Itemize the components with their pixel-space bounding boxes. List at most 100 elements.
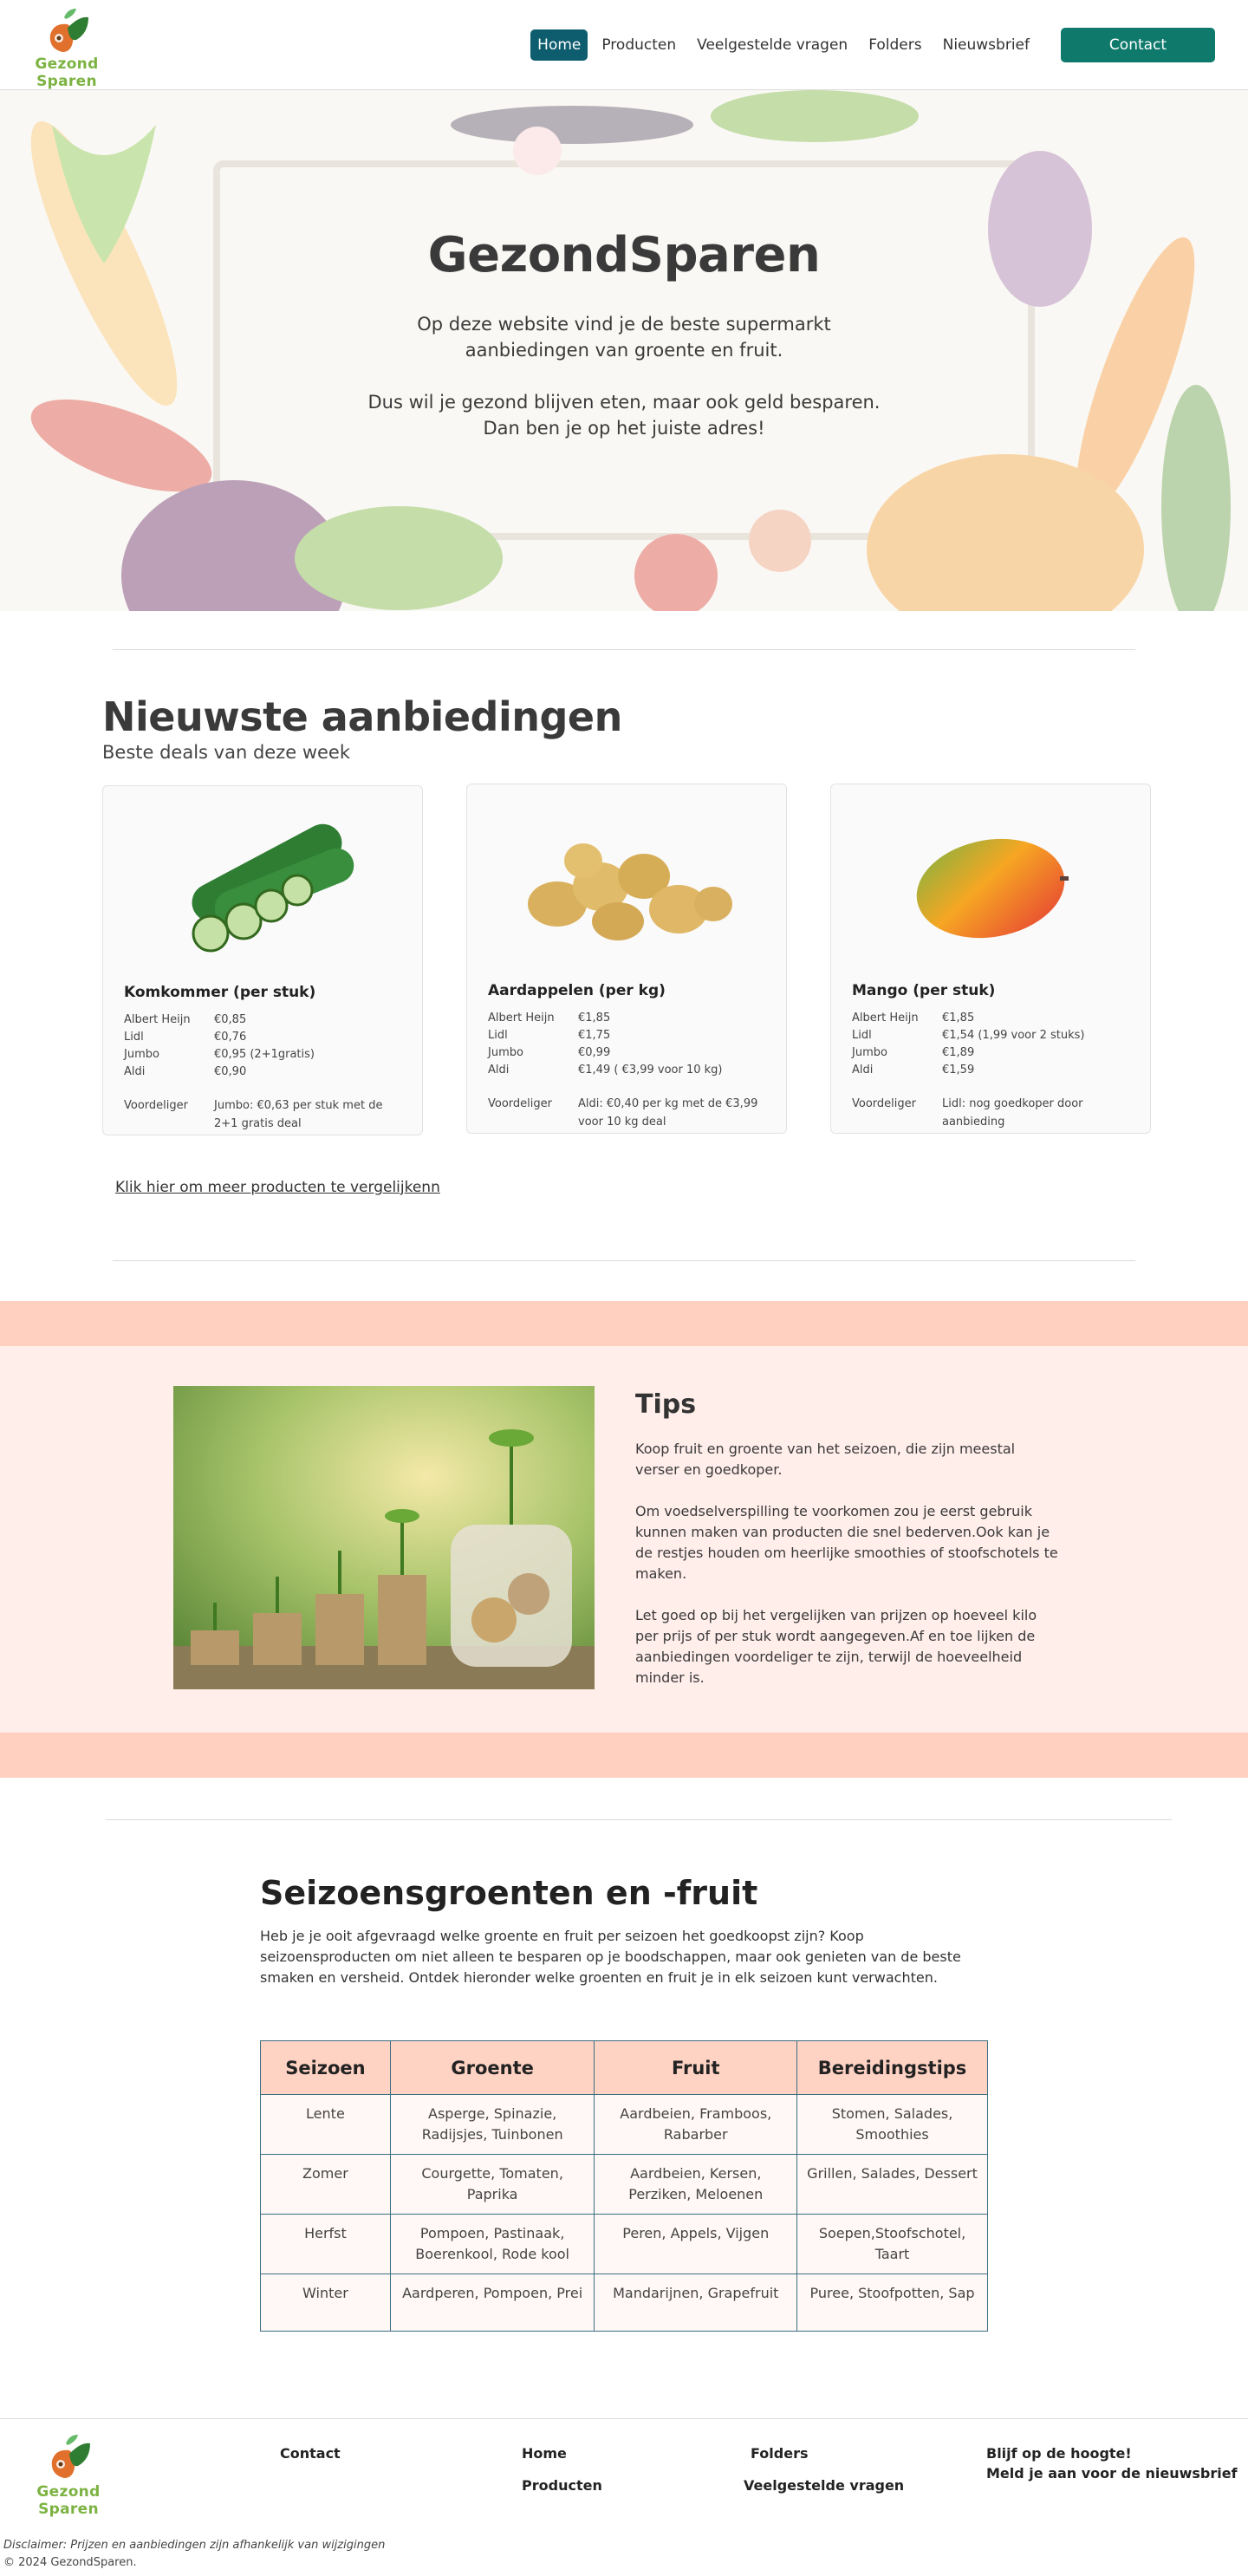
copyright: © 2024 GezondSparen. (3, 2556, 137, 2569)
main-nav: Home Producten Veelgestelde vragen Folde… (527, 28, 1219, 62)
compare-more-link[interactable]: Klik hier om meer producten te vergelijk… (115, 1179, 440, 1196)
product-name: Aardappelen (per kg) (488, 982, 666, 999)
table-cell: Pompoen, Pastinaak, Boerenkool, Rode koo… (389, 2214, 595, 2274)
nav-producten[interactable]: Producten (595, 29, 683, 61)
table-cell: Mandarijnen, Grapefruit (594, 2274, 798, 2332)
table-cell: Soepen,Stoofschotel, Taart (796, 2214, 988, 2274)
price-list: Albert Heijn €0,85 Lidl €0,76 Jumbo €0,95 (… (124, 1012, 401, 1081)
nav-home[interactable]: Home (530, 29, 588, 61)
store-price: €0,76 (214, 1031, 247, 1044)
table-row: Winter Aardperen, Pompoen, Prei Mandarij… (260, 2274, 988, 2332)
column-header: Seizoen (260, 2040, 391, 2095)
price-row: Lidl €0,76 (124, 1029, 401, 1046)
tips-section: Tips Koop fruit en groente van het seizo… (0, 1301, 1248, 1778)
best-deal-text: Lidl: nog goedkoper door aanbieding (942, 1097, 1083, 1129)
store-name: Jumbo (488, 1046, 523, 1059)
price-list: Albert Heijn €1,85 Lidl €1,75 Jumbo €0,99 A… (488, 1010, 765, 1079)
store-name: Lidl (852, 1029, 872, 1042)
price-list: Albert Heijn €1,85 Lidl €1,54 (1,99 voor 2… (852, 1010, 1129, 1079)
section-divider (106, 1819, 1172, 1820)
hero-content: GezondSparen Op deze website vind je de … (0, 227, 1248, 441)
price-row: Aldi €0,90 (124, 1064, 401, 1081)
mango-image (852, 800, 1129, 973)
nav-folders[interactable]: Folders (861, 29, 928, 61)
newsletter-title: Blijf op de hoogte! (986, 2445, 1132, 2462)
logo-text: Gezond Sparen (35, 55, 99, 90)
table-cell: Lente (260, 2094, 391, 2155)
hero-p2-line1: Dus wil je gezond blijven eten, maar ook… (367, 392, 881, 413)
store-price: €0,99 (578, 1046, 611, 1059)
contact-button[interactable]: Contact (1061, 28, 1215, 62)
footer-folders-link[interactable]: Folders (751, 2445, 904, 2462)
footer-col-contact: Contact (280, 2445, 341, 2477)
site-header: Gezond Sparen Home Producten Veelgesteld… (0, 0, 1248, 90)
nav-nieuwsbrief[interactable]: Nieuwsbrief (936, 29, 1037, 61)
table-cell: Zomer (260, 2154, 391, 2215)
hero-p1-line2: aanbiedingen van groente en fruit. (465, 340, 783, 361)
price-row: Albert Heijn €1,85 (852, 1010, 1129, 1027)
tip-paragraph: Om voedselverspilling te voorkomen zou j… (635, 1503, 1058, 1582)
footer-logo[interactable]: Gezond Sparen (10, 2433, 127, 2518)
store-name: Aldi (852, 1064, 874, 1077)
footer-home-link[interactable]: Home (522, 2445, 602, 2462)
tips-bottom-strip (0, 1733, 1248, 1778)
tips-text: Tips Koop fruit en groente van het seizo… (635, 1389, 1060, 1709)
site-logo[interactable]: Gezond Sparen (9, 5, 125, 90)
product-name: Komkommer (per stuk) (124, 984, 316, 1001)
potatoes-image (488, 800, 765, 973)
store-price: €1,54 (1,99 voor 2 stuks) (942, 1029, 1085, 1042)
disclaimer: Disclaimer: Prijzen en aanbiedingen zijn… (3, 2539, 386, 2552)
table-cell: Aardbeien, Framboos, Rabarber (594, 2094, 798, 2155)
table-row: Zomer Courgette, Tomaten, Paprika Aardbe… (260, 2154, 988, 2215)
hero-p2-line2: Dan ben je op het juiste adres! (483, 418, 765, 439)
best-deal: Voordeliger Lidl: nog goedkoper door aanb… (852, 1095, 1129, 1131)
section-divider (113, 1260, 1135, 1261)
store-name: Aldi (488, 1064, 510, 1077)
offers-subtitle: Beste deals van deze week (102, 742, 350, 763)
footer-contact-link[interactable]: Contact (280, 2445, 341, 2462)
best-deal: Voordeliger Aldi: €0,40 per kg met de €3,… (488, 1095, 765, 1131)
newsletter-signup-link[interactable]: Meld je aan voor de nieuwsbrief (986, 2465, 1238, 2482)
footer-producten-link[interactable]: Producten (522, 2477, 602, 2494)
store-price: €0,95 (2+1gratis) (214, 1048, 315, 1061)
cucumber-icon (192, 823, 354, 953)
logo-icon (51, 2435, 90, 2478)
seasonal-title: Seizoensgroenten en -fruit (260, 1874, 758, 1912)
hero-paragraph-1: Op deze website vind je de beste superma… (0, 311, 1248, 363)
store-name: Aldi (124, 1065, 146, 1078)
best-deal-text: Jumbo: €0,63 per stuk met de 2+1 gratis … (214, 1099, 383, 1130)
table-cell: Puree, Stoofpotten, Sap (796, 2274, 988, 2332)
footer-faq-link[interactable]: Veelgestelde vragen (744, 2477, 904, 2494)
store-name: Albert Heijn (124, 1013, 191, 1026)
store-price: €1,85 (942, 1012, 975, 1025)
offer-card-komkommer[interactable]: Komkommer (per stuk) Albert Heijn €0,85 L… (102, 785, 423, 1135)
store-name: Lidl (124, 1031, 144, 1044)
store-name: Albert Heijn (488, 1012, 555, 1025)
cucumber-image (124, 802, 401, 975)
tips-body: Tips Koop fruit en groente van het seizo… (0, 1346, 1248, 1733)
table-row: Herfst Pompoen, Pastinaak, Boerenkool, R… (260, 2214, 988, 2274)
price-row: Aldi €1,59 (852, 1062, 1129, 1079)
store-name: Jumbo (124, 1048, 159, 1061)
offer-card-mango[interactable]: Mango (per stuk) Albert Heijn €1,85 Lidl €… (830, 784, 1151, 1134)
tips-top-strip (0, 1301, 1248, 1346)
store-price: €1,85 (578, 1012, 611, 1025)
offer-card-aardappelen[interactable]: Aardappelen (per kg) Albert Heijn €1,85 L… (466, 784, 787, 1134)
store-name: Lidl (488, 1029, 508, 1042)
table-cell: Peren, Appels, Vijgen (594, 2214, 798, 2274)
nav-faq[interactable]: Veelgestelde vragen (690, 29, 855, 61)
best-deal-label: Voordeliger (124, 1099, 188, 1112)
table-cell: Aardbeien, Kersen, Perziken, Meloenen (594, 2154, 798, 2215)
price-row: Jumbo €0,99 (488, 1044, 765, 1062)
store-price: €1,75 (578, 1029, 611, 1042)
offer-cards: Komkommer (per stuk) Albert Heijn €0,85 L… (102, 784, 1248, 1135)
potato-icon (528, 843, 732, 940)
price-row: Aldi €1,49 ( €3,99 voor 10 kg) (488, 1062, 765, 1079)
table-cell: Grillen, Salades, Dessert (796, 2154, 988, 2215)
store-name: Jumbo (852, 1046, 887, 1059)
price-row: Jumbo €0,95 (2+1gratis) (124, 1046, 401, 1064)
offers-section: Nieuwste aanbiedingen Beste deals van de… (0, 650, 1248, 1196)
table-cell: Stomen, Salades, Smoothies (796, 2094, 988, 2155)
table-cell: Herfst (260, 2214, 391, 2274)
seasonal-table: Seizoen Groente Fruit Bereidingstips Len… (260, 2040, 988, 2332)
